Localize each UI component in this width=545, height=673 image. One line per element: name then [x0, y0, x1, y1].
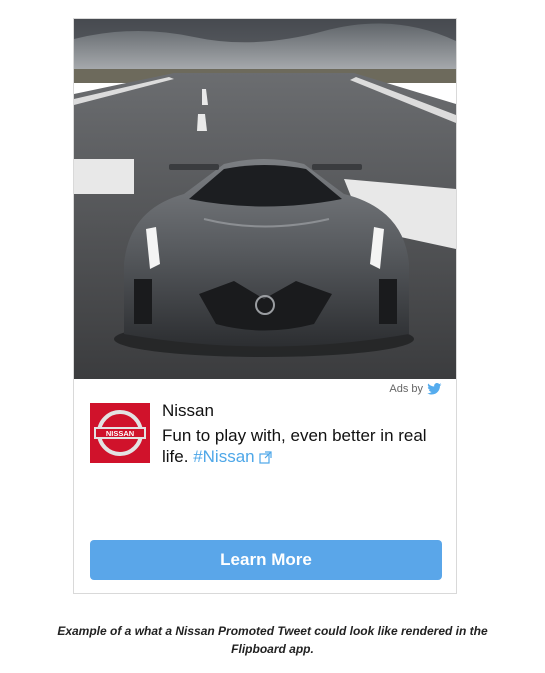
external-link-icon[interactable]	[259, 451, 272, 464]
ads-by-text: Ads by	[389, 383, 423, 395]
hashtag-link[interactable]: #Nissan	[193, 447, 254, 466]
promoted-tweet-card: Ads by NISSAN Nissan Fun to play with, e…	[73, 18, 457, 594]
twitter-bird-icon	[427, 383, 442, 395]
logo-text: NISSAN	[106, 429, 134, 438]
caption-line-2: Flipboard app.	[231, 642, 314, 656]
car-image[interactable]	[74, 19, 456, 379]
tweet-text-block: Fun to play with, even better in real li…	[162, 425, 448, 467]
caption-line-1: Example of a what a Nissan Promoted Twee…	[57, 624, 488, 638]
nissan-logo[interactable]: NISSAN	[90, 403, 150, 463]
brand-name[interactable]: Nissan	[162, 401, 214, 421]
learn-more-button[interactable]: Learn More	[90, 540, 442, 580]
ads-by-label: Ads by	[389, 383, 442, 395]
figure-caption: Example of a what a Nissan Promoted Twee…	[0, 622, 545, 658]
